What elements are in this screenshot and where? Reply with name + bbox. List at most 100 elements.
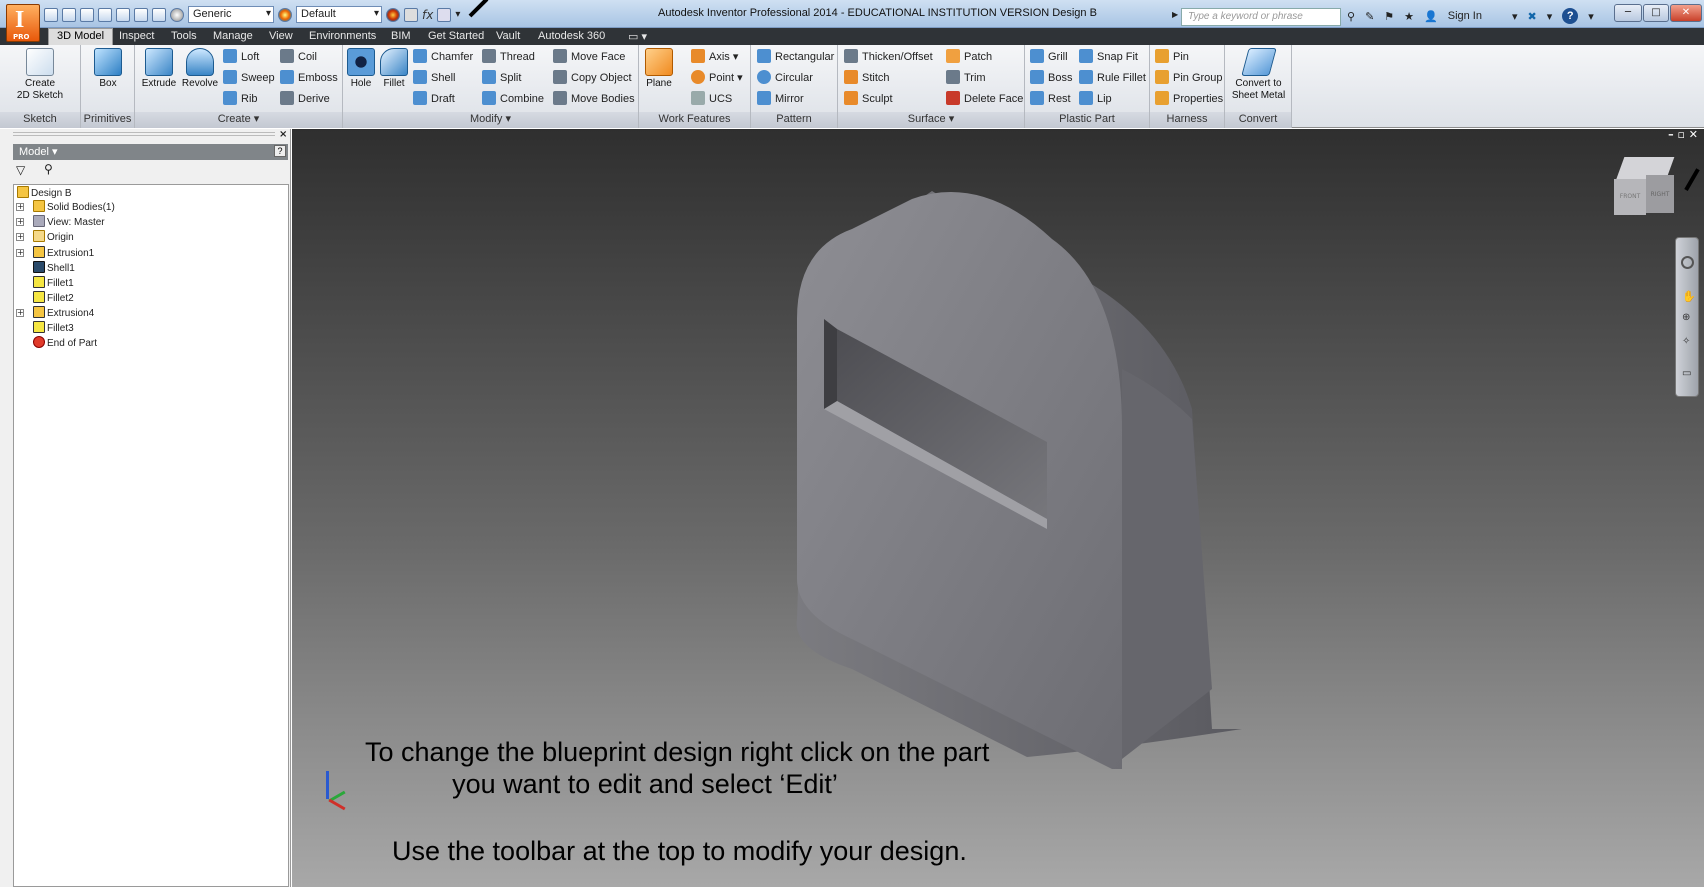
undo-icon[interactable]	[98, 7, 112, 22]
expand-icon[interactable]: +	[16, 203, 24, 211]
open-icon[interactable]	[62, 7, 76, 22]
expand-icon[interactable]: +	[16, 309, 24, 317]
derive-button[interactable]: Derive	[280, 90, 330, 108]
tree-node-fillet2[interactable]: Fillet2	[33, 291, 74, 305]
favorites-icon[interactable]: ★	[1404, 10, 1414, 23]
properties-button[interactable]: Properties	[1155, 90, 1223, 108]
create-panel-label[interactable]: Create ▾	[135, 112, 342, 128]
tree-node-fillet3[interactable]: Fillet3	[33, 321, 74, 335]
expand-icon[interactable]: +	[16, 233, 24, 241]
tab-manage[interactable]: Manage	[205, 29, 261, 43]
modify-panel-label[interactable]: Modify ▾	[343, 112, 638, 128]
filter-icon[interactable]: ▽	[16, 163, 25, 177]
model-header[interactable]: Model ▾ ?	[13, 144, 288, 160]
loft-button[interactable]: Loft	[223, 48, 259, 66]
trim-button[interactable]: Trim	[946, 69, 986, 87]
clear-appearance-icon[interactable]	[404, 7, 418, 22]
browser-splitter[interactable]	[13, 132, 275, 136]
minimize-button[interactable]: ─	[1614, 4, 1642, 22]
qat-customize-icon[interactable]: ▾	[455, 9, 460, 20]
box-button[interactable]: Box	[85, 48, 131, 90]
tab-vault[interactable]: Vault	[488, 29, 528, 43]
extrude-button[interactable]: Extrude	[138, 48, 180, 90]
tab-environments[interactable]: Environments	[301, 29, 384, 43]
view-cube-front[interactable]: FRONT	[1614, 179, 1646, 215]
look-at-icon[interactable]: ▭	[1682, 368, 1691, 379]
rectangular-pattern-button[interactable]: Rectangular	[757, 48, 834, 66]
mirror-button[interactable]: Mirror	[757, 90, 804, 108]
hole-button[interactable]: Hole	[345, 48, 377, 90]
appearance-combo[interactable]: Default	[296, 6, 382, 23]
material-combo[interactable]: Generic	[188, 6, 274, 23]
new-icon[interactable]	[44, 7, 58, 22]
tree-node-shell1[interactable]: Shell1	[33, 261, 75, 275]
communication-icon[interactable]: ⚑	[1384, 10, 1394, 23]
browser-help-icon[interactable]: ?	[274, 145, 286, 157]
stitch-button[interactable]: Stitch	[844, 69, 890, 87]
close-button[interactable]: ✕	[1670, 4, 1702, 22]
split-button[interactable]: Split	[482, 69, 521, 87]
move-bodies-button[interactable]: Move Bodies	[553, 90, 635, 108]
snap-fit-button[interactable]: Snap Fit	[1079, 48, 1138, 66]
search-arrow-icon[interactable]: ▶	[1172, 10, 1178, 19]
chamfer-button[interactable]: Chamfer	[413, 48, 473, 66]
steering-wheel-icon[interactable]	[1681, 256, 1694, 269]
shell-button[interactable]: Shell	[413, 69, 455, 87]
circular-pattern-button[interactable]: Circular	[757, 69, 813, 87]
move-face-button[interactable]: Move Face	[553, 48, 625, 66]
ucs-button[interactable]: UCS	[691, 90, 732, 108]
update-icon[interactable]	[134, 7, 148, 22]
draft-button[interactable]: Draft	[413, 90, 455, 108]
graphics-window[interactable]: – ▫ ✕ FRONT RIGHT ✋ ⊕ ✧ ▭ To change the …	[292, 128, 1704, 887]
navigation-bar[interactable]: ✋ ⊕ ✧ ▭	[1675, 237, 1699, 397]
sign-in-dropdown-icon[interactable]: ▾	[1512, 10, 1518, 23]
thicken-offset-button[interactable]: Thicken/Offset	[844, 48, 933, 66]
sweep-button[interactable]: Sweep	[223, 69, 275, 87]
tree-node-solid-bodies[interactable]: Solid Bodies(1)	[33, 200, 115, 214]
tab-tools[interactable]: Tools	[163, 29, 205, 43]
select-icon[interactable]	[152, 7, 166, 22]
find-icon[interactable]: ⚲	[44, 162, 53, 176]
thread-button[interactable]: Thread	[482, 48, 535, 66]
tab-autodesk-360[interactable]: Autodesk 360	[530, 29, 613, 43]
subscription-icon[interactable]: ✎	[1365, 10, 1374, 23]
binoculars-icon[interactable]: ⚲	[1347, 10, 1355, 23]
create-2d-sketch-button[interactable]: Create 2D Sketch	[4, 48, 76, 102]
tree-node-end-of-part[interactable]: End of Part	[33, 336, 97, 350]
coil-button[interactable]: Coil	[280, 48, 317, 66]
sign-in-link[interactable]: Sign In	[1448, 10, 1482, 22]
combine-button[interactable]: Combine	[482, 90, 544, 108]
surface-panel-label[interactable]: Surface ▾	[838, 112, 1024, 128]
parameters-fx-icon[interactable]: fx	[422, 8, 433, 22]
rule-fillet-button[interactable]: Rule Fillet	[1079, 69, 1146, 87]
revolve-button[interactable]: Revolve	[179, 48, 221, 90]
help-dropdown-icon[interactable]: ▾	[1588, 10, 1594, 23]
plane-button[interactable]: Plane	[643, 48, 675, 90]
panel-toggle-icon[interactable]: ▭ ▾	[620, 29, 655, 44]
view-cube-right[interactable]: RIGHT	[1646, 175, 1674, 213]
tree-node-extrusion1[interactable]: Extrusion1	[33, 246, 94, 260]
exchange-icon[interactable]: ✖	[1528, 10, 1537, 23]
fillet-button[interactable]: Fillet	[377, 48, 411, 90]
tab-3d-model[interactable]: 3D Model	[48, 28, 114, 45]
orbit-icon[interactable]: ✧	[1682, 336, 1690, 347]
pin-button[interactable]: Pin	[1155, 48, 1189, 66]
pin-group-button[interactable]: Pin Group	[1155, 69, 1223, 87]
axis-button[interactable]: Axis ▾	[691, 48, 738, 66]
save-icon[interactable]	[80, 7, 94, 22]
tab-bim[interactable]: BIM	[383, 29, 419, 43]
rib-button[interactable]: Rib	[223, 90, 258, 108]
app-logo-button[interactable]: I PRO	[6, 4, 40, 42]
tree-node-view-master[interactable]: View: Master	[33, 215, 105, 229]
help-icon[interactable]: ?	[1562, 8, 1579, 24]
grill-button[interactable]: Grill	[1030, 48, 1068, 66]
view-cube[interactable]: FRONT RIGHT	[1614, 157, 1676, 219]
maximize-button[interactable]: □	[1643, 4, 1669, 22]
help-search-input[interactable]: Type a keyword or phrase	[1181, 8, 1341, 26]
expand-icon[interactable]: +	[16, 249, 24, 257]
rest-button[interactable]: Rest	[1030, 90, 1071, 108]
emboss-button[interactable]: Emboss	[280, 69, 338, 87]
expand-icon[interactable]: +	[16, 218, 24, 226]
sculpt-button[interactable]: Sculpt	[844, 90, 893, 108]
exchange-dropdown-icon[interactable]: ▾	[1547, 10, 1553, 23]
